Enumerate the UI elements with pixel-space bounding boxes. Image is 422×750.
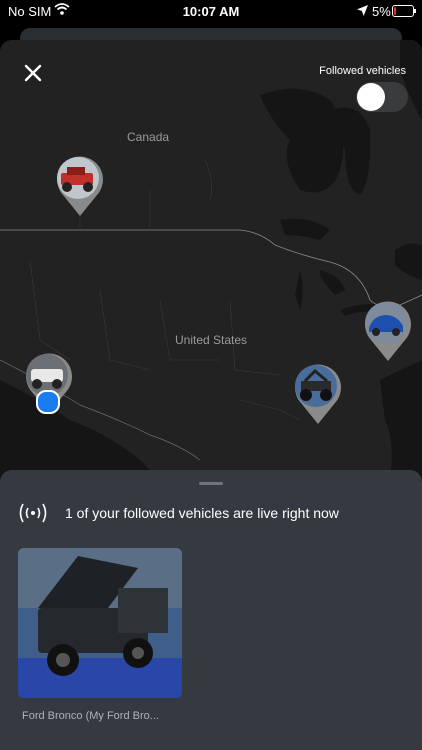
close-icon xyxy=(24,64,42,82)
broadcast-icon xyxy=(18,500,48,526)
ford-bronco-photo xyxy=(18,548,182,698)
battery-icon xyxy=(392,5,416,17)
battery-percent: 5% xyxy=(372,4,391,19)
blue-sedan-photo xyxy=(365,302,407,344)
my-location-dot xyxy=(36,390,60,414)
followed-vehicles-label: Followed vehicles xyxy=(319,65,406,77)
live-vehicles-panel[interactable]: 1 of your followed vehicles are live rig… xyxy=(0,470,422,750)
red-jeep-photo xyxy=(57,157,99,199)
followed-vehicles-toggle[interactable] xyxy=(356,82,408,112)
black-buggy-photo xyxy=(295,365,337,407)
map-label-united-states: United States xyxy=(175,333,248,347)
close-button[interactable] xyxy=(22,62,44,84)
toggle-knob xyxy=(357,83,385,111)
vehicle-pin-blue-sedan[interactable] xyxy=(363,300,413,362)
live-status-text: 1 of your followed vehicles are live rig… xyxy=(65,505,339,521)
status-bar: No SIM 10:07 AM 5% xyxy=(0,0,422,22)
location-arrow-icon xyxy=(357,4,368,19)
panel-drag-handle[interactable] xyxy=(199,482,223,485)
vehicle-card-photo[interactable] xyxy=(18,548,182,698)
vehicle-card-title[interactable]: Ford Bronco (My Ford Bro... xyxy=(22,710,192,722)
map-label-canada: Canada xyxy=(127,130,170,144)
vehicle-pin-red-jeep[interactable] xyxy=(55,155,105,217)
vehicle-pin-black-buggy[interactable] xyxy=(293,363,343,425)
